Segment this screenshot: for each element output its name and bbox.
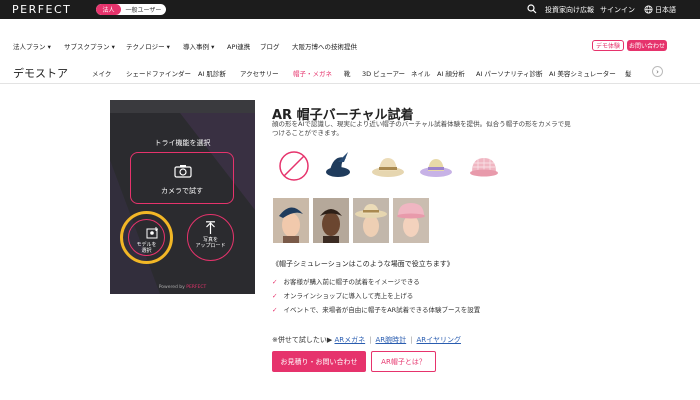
quote-contact-button[interactable]: お見積り・お問い合わせ <box>272 351 366 372</box>
nav-case-studies[interactable]: 導入事例 ▾ <box>183 41 214 51</box>
category-shoes[interactable]: 靴 <box>344 68 351 78</box>
category-skin-analysis[interactable]: AI 肌診断 <box>198 68 226 78</box>
category-accessories[interactable]: アクセサリー <box>240 68 279 78</box>
category-hats-glasses[interactable]: 帽子・メガネ <box>293 68 332 78</box>
nav-business-plans[interactable]: 法人プラン ▾ <box>13 41 51 51</box>
straw-fedora-thumbnail[interactable] <box>370 148 406 184</box>
investor-relations-link[interactable]: 投資家向け広報 <box>545 5 594 15</box>
benefit-item: ✓ オンラインショップに導入して売上を上げる <box>272 290 413 300</box>
benefit-item: ✓ イベントで、来場者が自由に帽子をAR試着できる体験ブースを設置 <box>272 304 480 314</box>
language-selector[interactable]: 日本語 <box>655 5 676 15</box>
check-icon: ✓ <box>272 292 278 300</box>
fascinator-hat-thumbnail[interactable] <box>320 148 356 184</box>
product-description: 顔の形をAIで認識し、現実により近い帽子のバーチャル試着体験を提供。似合う帽子の… <box>272 120 571 137</box>
nav-api[interactable]: API連携 <box>227 41 250 51</box>
upload-photo-label: 写真を アップロード <box>188 237 233 249</box>
related-links: ※併せて試したい▶ ARメガネ | AR腕時計 | ARイヤリング <box>272 335 461 345</box>
upload-label-line2: アップロード <box>195 243 226 249</box>
powered-by-prefix: Powered by <box>158 285 185 290</box>
link-separator: | <box>369 336 372 344</box>
model-thumbnail-3[interactable] <box>353 198 389 243</box>
category-makeup[interactable]: メイク <box>92 68 111 78</box>
category-3d-viewer[interactable]: 3D ビューアー <box>362 68 405 78</box>
camera-icon <box>174 165 192 178</box>
link-separator: | <box>410 336 413 344</box>
benefit-text: お客様が購入前に帽子の試着をイメージできる <box>283 278 420 286</box>
globe-icon <box>644 5 653 14</box>
link-ar-glasses[interactable]: ARメガネ <box>334 336 365 344</box>
select-model-label: モデルを 選択 <box>129 242 164 254</box>
page-title: デモストア <box>13 67 68 80</box>
select-model-button[interactable]: モデルを 選択 <box>120 211 173 264</box>
upload-icon <box>206 221 215 234</box>
no-hat-icon[interactable] <box>276 148 312 184</box>
powered-by: Powered by PERFECT <box>110 285 255 290</box>
model-thumbnail-1[interactable] <box>273 198 309 243</box>
demo-button[interactable]: デモ体験 <box>592 40 624 51</box>
link-ar-earrings[interactable]: ARイヤリング <box>417 336 461 344</box>
powered-by-brand[interactable]: PERFECT <box>186 285 206 290</box>
select-model-label-line2: 選択 <box>141 248 152 254</box>
upload-photo-button[interactable]: 写真を アップロード <box>187 214 234 261</box>
lavender-straw-hat-thumbnail[interactable] <box>418 148 454 184</box>
category-nails[interactable]: ネイル <box>411 68 431 78</box>
panel-header <box>110 100 255 113</box>
category-shade-finder[interactable]: シェードファインダー <box>126 68 191 78</box>
nav-blog[interactable]: ブログ <box>260 41 280 51</box>
category-face-analysis[interactable]: AI 顔分析 <box>437 68 465 78</box>
contact-button[interactable]: お問い合わせ <box>627 40 667 51</box>
search-icon[interactable] <box>527 4 537 14</box>
check-icon: ✓ <box>272 278 278 286</box>
top-bar: PERFECT 法人 一般ユーザー 投資家向け広報 サインイン 日本語 <box>0 0 700 19</box>
audience-toggle[interactable]: 法人 一般ユーザー <box>96 4 166 15</box>
related-links-prefix: ※併せて試したい▶ <box>272 336 333 344</box>
try-on-panel: トライ機能を選択 カメラで試す モデルを 選択 写真を アップロード Power… <box>110 100 255 294</box>
category-hair[interactable]: 髪 <box>625 68 632 78</box>
model-thumbnail-4[interactable] <box>393 198 429 243</box>
usecase-heading: 《帽子シミュレーションはこのような場面で役立ちます》 <box>272 260 454 268</box>
category-beauty-simulator[interactable]: AI 美容シミュレーター <box>549 68 616 78</box>
benefit-text: イベントで、来場者が自由に帽子をAR試着できる体験ブースを設置 <box>283 306 481 314</box>
chevron-right-icon[interactable]: › <box>652 66 663 77</box>
model-thumbnail-2[interactable] <box>313 198 349 243</box>
demo-store-bar: デモストア メイク シェードファインダー AI 肌診断 アクセサリー 帽子・メガ… <box>0 58 700 84</box>
category-personality[interactable]: AI パーソナリティ診断 <box>476 68 543 78</box>
panel-title: トライ機能を選択 <box>154 139 211 147</box>
sign-in-link[interactable]: サインイン <box>600 5 635 15</box>
camera-try-label: カメラで試す <box>161 187 203 195</box>
check-icon: ✓ <box>272 306 278 314</box>
nav-expo[interactable]: 大阪万博への技術提供 <box>292 41 357 51</box>
what-is-ar-hat-button[interactable]: AR帽子とは？ <box>371 351 436 372</box>
segment-consumer[interactable]: 一般ユーザー <box>121 4 166 15</box>
pink-cap-thumbnail[interactable] <box>466 148 502 184</box>
camera-try-button[interactable]: カメラで試す <box>130 152 234 204</box>
nav-technology[interactable]: テクノロジー ▾ <box>126 41 170 51</box>
brand-logo[interactable]: PERFECT <box>12 3 71 16</box>
benefit-text: オンラインショップに導入して売上を上げる <box>283 292 414 300</box>
add-photo-icon <box>146 227 158 239</box>
select-model-inner-ring: モデルを 選択 <box>128 219 165 256</box>
link-ar-watch[interactable]: AR腕時計 <box>376 336 407 344</box>
segment-business[interactable]: 法人 <box>96 4 121 15</box>
nav-subscription-plans[interactable]: サブスクプラン ▾ <box>64 41 115 51</box>
benefit-item: ✓ お客様が購入前に帽子の試着をイメージできる <box>272 276 420 286</box>
